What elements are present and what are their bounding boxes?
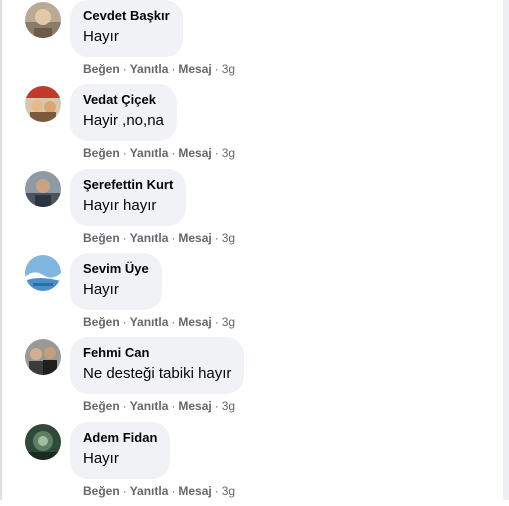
comment-actions: Beğen · Yanıtla · Mesaj · 3g: [83, 62, 235, 76]
comment-thread: Cevdet Başkır Hayır Beğen · Yanıtla · Mesaj ·…: [0, 0, 503, 500]
comment-bubble: Fehmi Can Ne desteği tabiki hayır: [70, 337, 245, 394]
author-name[interactable]: Şerefettin Kurt: [83, 177, 173, 193]
like-button[interactable]: Beğen: [83, 231, 120, 245]
comment-item: Fehmi Can Ne desteği tabiki hayır Beğen ·…: [0, 337, 500, 421]
message-button[interactable]: Mesaj: [178, 146, 211, 160]
comment-text: Hayır: [83, 28, 119, 45]
avatar[interactable]: [25, 424, 61, 460]
timestamp[interactable]: 3g: [222, 146, 235, 160]
timestamp[interactable]: 3g: [222, 231, 235, 245]
avatar[interactable]: [25, 2, 61, 38]
timestamp[interactable]: 3g: [222, 399, 235, 413]
reply-button[interactable]: Yanıtla: [130, 62, 169, 76]
like-button[interactable]: Beğen: [83, 399, 120, 413]
reply-button[interactable]: Yanıtla: [130, 484, 169, 498]
comment-actions: Beğen · Yanıtla · Mesaj · 3g: [83, 146, 235, 160]
comment-bubble: Adem Fidan Hayır: [70, 422, 171, 479]
separator: ·: [171, 484, 176, 498]
message-button[interactable]: Mesaj: [178, 231, 211, 245]
like-button[interactable]: Beğen: [83, 315, 120, 329]
like-button[interactable]: Beğen: [83, 62, 120, 76]
comment-text: Hayır hayır: [83, 197, 157, 214]
avatar[interactable]: [25, 255, 61, 291]
profile-photo-icon: [25, 171, 61, 207]
author-name[interactable]: Cevdet Başkır: [83, 8, 170, 24]
like-button[interactable]: Beğen: [83, 146, 120, 160]
separator: ·: [214, 399, 219, 413]
reply-button[interactable]: Yanıtla: [130, 399, 169, 413]
message-button[interactable]: Mesaj: [178, 484, 211, 498]
separator: ·: [214, 315, 219, 329]
timestamp[interactable]: 3g: [222, 62, 235, 76]
reply-button[interactable]: Yanıtla: [130, 231, 169, 245]
profile-photo-icon: [25, 86, 61, 122]
comment-item: Vedat Çiçek Hayir ,no,na Beğen · Yanıtla · M…: [0, 84, 500, 168]
separator: ·: [122, 231, 127, 245]
comment-bubble: Cevdet Başkır Hayır: [70, 0, 183, 57]
comment-item: Şerefettin Kurt Hayır hayır Beğen · Yanıtl…: [0, 169, 500, 253]
author-name[interactable]: Fehmi Can: [83, 345, 231, 361]
message-button[interactable]: Mesaj: [178, 315, 211, 329]
comment-actions: Beğen · Yanıtla · Mesaj · 3g: [83, 231, 235, 245]
comment-bubble: Vedat Çiçek Hayir ,no,na: [70, 84, 177, 141]
timestamp[interactable]: 3g: [222, 484, 235, 498]
separator: ·: [214, 146, 219, 160]
comment-text: Hayir ,no,na: [83, 112, 164, 129]
avatar[interactable]: [25, 171, 61, 207]
separator: ·: [122, 62, 127, 76]
message-button[interactable]: Mesaj: [178, 62, 211, 76]
profile-photo-icon: [25, 255, 61, 291]
separator: ·: [122, 399, 127, 413]
separator: ·: [171, 315, 176, 329]
comment-item: Adem Fidan Hayır Beğen · Yanıtla · Mesaj · 3g: [0, 422, 500, 506]
separator: ·: [214, 62, 219, 76]
comment-text: Hayır: [83, 281, 119, 298]
separator: ·: [171, 62, 176, 76]
comment-actions: Beğen · Yanıtla · Mesaj · 3g: [83, 399, 235, 413]
profile-photo-icon: [25, 424, 61, 460]
separator: ·: [171, 231, 176, 245]
scrollbar-track[interactable]: [503, 0, 509, 500]
comment-bubble: Sevim Üye Hayır: [70, 253, 162, 310]
avatar[interactable]: [25, 86, 61, 122]
comment-bubble: Şerefettin Kurt Hayır hayır: [70, 169, 187, 226]
like-button[interactable]: Beğen: [83, 484, 120, 498]
reply-button[interactable]: Yanıtla: [130, 315, 169, 329]
comment-item: Cevdet Başkır Hayır Beğen · Yanıtla · Mesaj ·…: [0, 0, 500, 84]
separator: ·: [122, 484, 127, 498]
comment-item: Sevim Üye Hayır Beğen · Yanıtla · Mesaj · 3g: [0, 253, 500, 337]
reply-button[interactable]: Yanıtla: [130, 146, 169, 160]
author-name[interactable]: Adem Fidan: [83, 430, 157, 446]
separator: ·: [214, 231, 219, 245]
separator: ·: [122, 315, 127, 329]
separator: ·: [214, 484, 219, 498]
author-name[interactable]: Sevim Üye: [83, 261, 149, 277]
message-button[interactable]: Mesaj: [178, 399, 211, 413]
author-name[interactable]: Vedat Çiçek: [83, 92, 164, 108]
comment-actions: Beğen · Yanıtla · Mesaj · 3g: [83, 484, 235, 498]
profile-photo-icon: [25, 339, 61, 375]
profile-photo-icon: [25, 2, 61, 38]
timestamp[interactable]: 3g: [222, 315, 235, 329]
comment-actions: Beğen · Yanıtla · Mesaj · 3g: [83, 315, 235, 329]
separator: ·: [122, 146, 127, 160]
comment-text: Hayır: [83, 450, 119, 467]
separator: ·: [171, 146, 176, 160]
avatar[interactable]: [25, 339, 61, 375]
separator: ·: [171, 399, 176, 413]
comment-text: Ne desteği tabiki hayır: [83, 365, 232, 382]
